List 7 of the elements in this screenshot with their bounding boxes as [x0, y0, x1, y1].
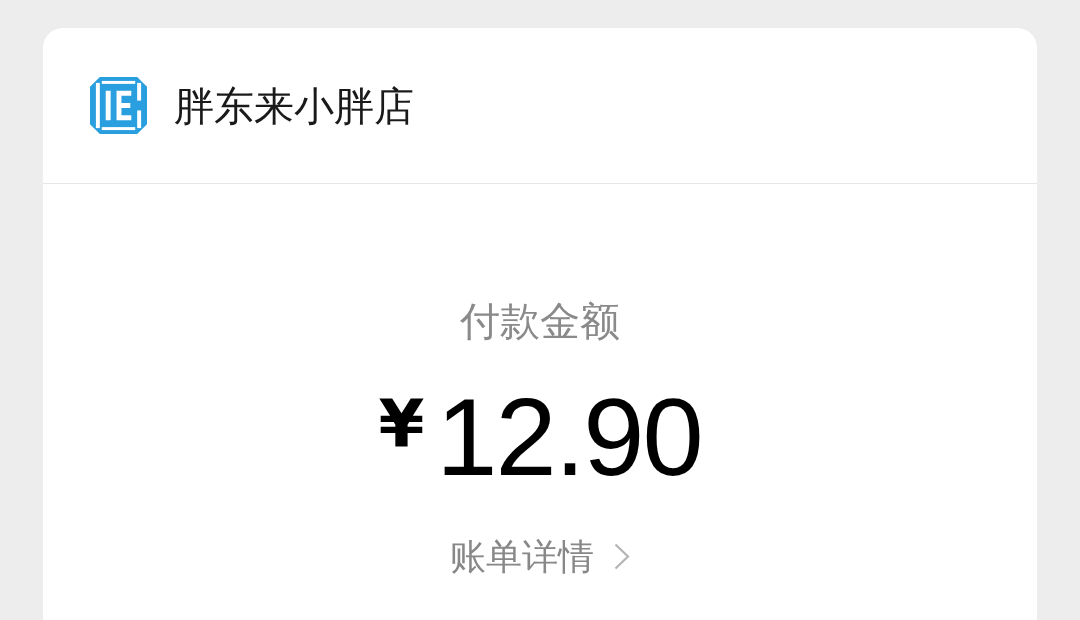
store-name: 胖东来小胖店 [174, 81, 414, 130]
currency-symbol: ¥ [378, 391, 425, 457]
bill-details-link[interactable]: 账单详情 [450, 535, 630, 579]
chevron-right-icon [614, 543, 630, 571]
logo-icon [90, 77, 147, 134]
payment-amount: 12.90 [436, 382, 702, 492]
payment-amount-label: 付款金额 [460, 297, 620, 345]
